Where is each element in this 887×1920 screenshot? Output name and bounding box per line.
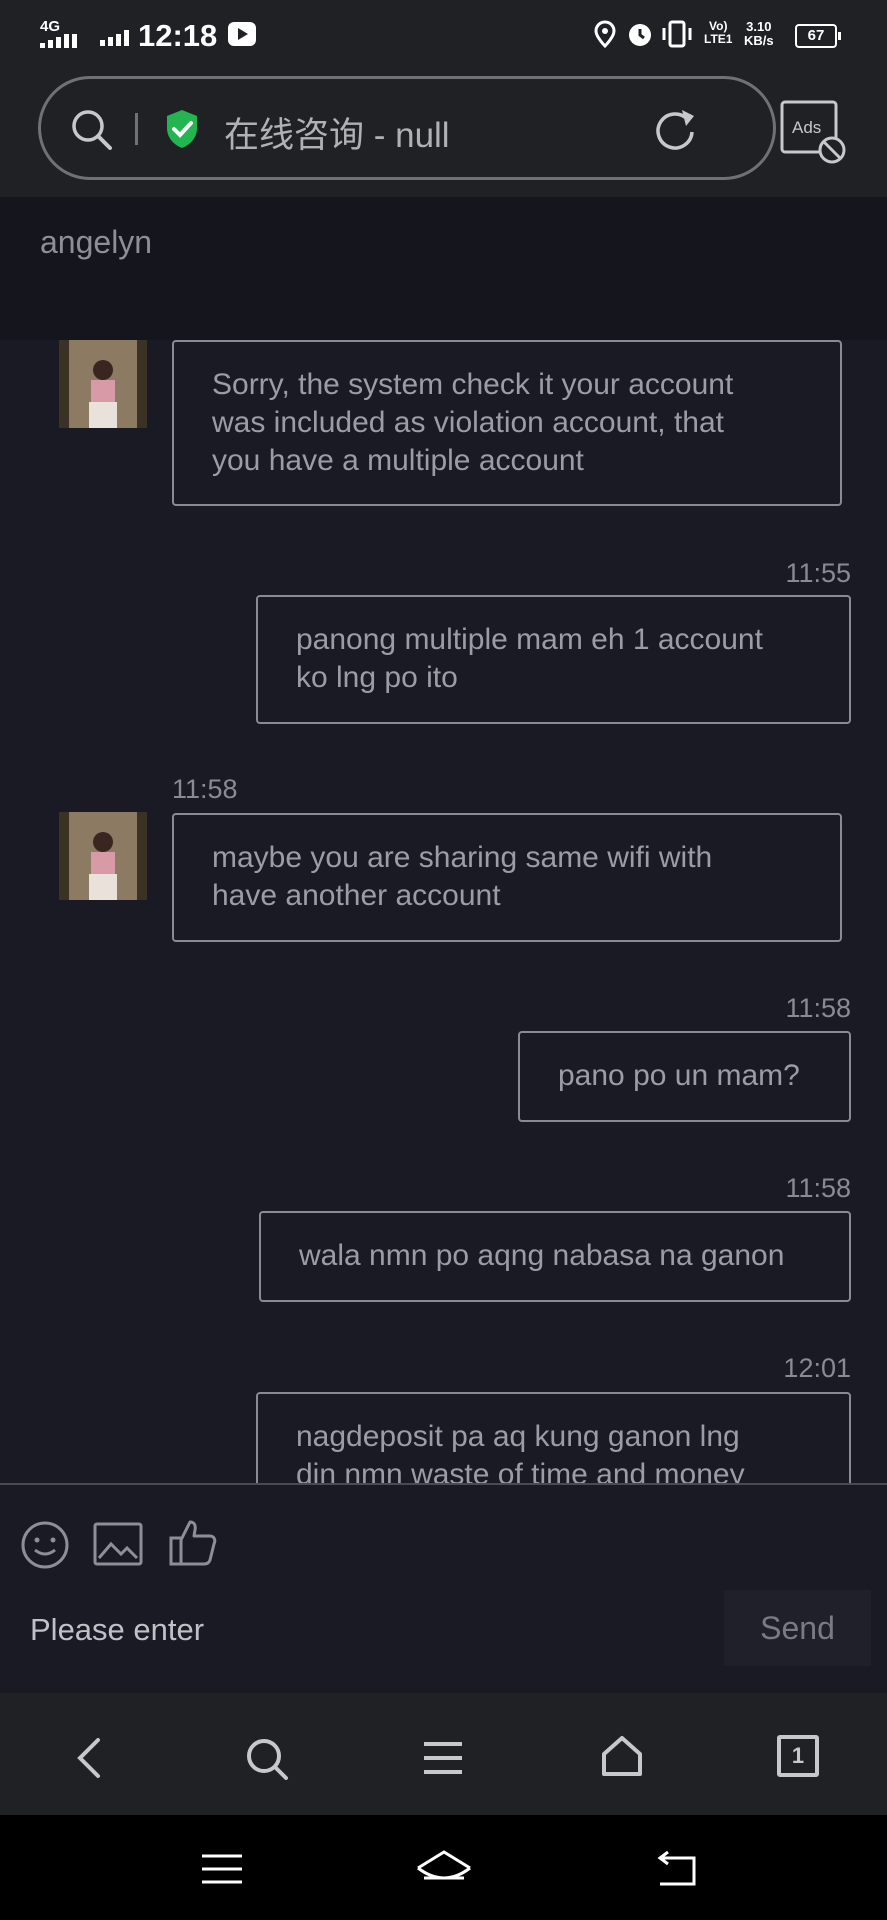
page-title[interactable]: 在线咨询 - null [224, 107, 450, 158]
message-bubble-outgoing[interactable]: pano po un mam? [518, 1031, 851, 1122]
avatar[interactable] [59, 812, 147, 900]
chat-header [0, 197, 887, 340]
message-bubble-outgoing[interactable]: wala nmn po aqng nabasa na ganon [259, 1211, 851, 1302]
youtube-icon [228, 22, 256, 46]
message-text: have another account [212, 879, 501, 912]
back-icon[interactable] [72, 1736, 106, 1780]
contact-name: angelyn [40, 224, 153, 260]
clock: 12:18 [138, 18, 218, 53]
emoji-icon[interactable] [20, 1520, 70, 1570]
back-nav-icon[interactable] [652, 1850, 698, 1888]
ads-label: Ads [792, 118, 822, 137]
message-text: Sorry, the system check it your account [212, 368, 734, 401]
image-icon[interactable] [93, 1522, 143, 1566]
search-icon[interactable] [244, 1736, 290, 1782]
vibrate-icon [662, 20, 692, 48]
ads-block-button[interactable]: Ads [780, 100, 852, 166]
thumbs-up-icon[interactable] [168, 1518, 218, 1568]
message-input[interactable] [28, 1605, 682, 1655]
message-bubble-outgoing[interactable]: nagdeposit pa aq kung ganon lng din nmn … [256, 1392, 851, 1483]
refresh-icon[interactable] [652, 106, 698, 152]
recent-apps-icon[interactable] [200, 1852, 244, 1886]
address-divider [135, 113, 138, 145]
message-bubble-incoming[interactable]: maybe you are sharing same wifi with hav… [172, 813, 842, 942]
net-speed: 3.10 KB/s [744, 20, 774, 48]
message-timestamp: 11:58 [172, 774, 238, 804]
location-icon [594, 20, 616, 48]
search-icon[interactable] [70, 108, 114, 152]
message-text: pano po un mam? [558, 1059, 800, 1092]
message-text: ko lng po ito [296, 661, 458, 694]
shield-check-icon [167, 110, 197, 148]
message-timestamp: 12:01 [783, 1353, 851, 1383]
message-text: panong multiple mam eh 1 account [296, 623, 763, 656]
send-button[interactable]: Send [724, 1590, 871, 1666]
message-list[interactable]: Sorry, the system check it your account … [0, 340, 887, 1483]
net-speed-unit: KB/s [744, 33, 774, 48]
lte-indicator: Vo) LTE1 [704, 20, 732, 46]
message-text: maybe you are sharing same wifi with [212, 841, 713, 874]
avatar-image [59, 812, 147, 900]
message-bubble-incoming[interactable]: Sorry, the system check it your account … [172, 340, 842, 506]
tabs-button[interactable]: 1 [777, 1735, 819, 1777]
message-timestamp: 11:55 [785, 558, 851, 588]
avatar[interactable] [59, 340, 147, 428]
menu-icon[interactable] [422, 1738, 464, 1778]
net-speed-value: 3.10 [746, 19, 772, 34]
battery-indicator: 67 [795, 24, 841, 48]
message-bubble-outgoing[interactable]: panong multiple mam eh 1 account ko lng … [256, 595, 851, 724]
home-nav-icon[interactable] [414, 1848, 474, 1888]
network-type: 4G [40, 18, 61, 35]
home-icon[interactable] [600, 1734, 644, 1778]
message-text: wala nmn po aqng nabasa na ganon [299, 1239, 785, 1272]
message-text: din nmn waste of time and money [296, 1458, 745, 1483]
signal-2-icon [100, 30, 129, 46]
message-timestamp: 11:58 [785, 1173, 851, 1203]
signal-icon [40, 34, 77, 48]
alarm-icon [629, 24, 651, 46]
message-text: nagdeposit pa aq kung ganon lng [296, 1420, 740, 1453]
status-bar: 4G 12:18 Vo) LTE1 3.10 KB/s 67 [0, 0, 887, 72]
message-text: was included as violation account, that [212, 406, 724, 439]
avatar-image [59, 340, 147, 428]
message-timestamp: 11:58 [785, 993, 851, 1023]
lte-label: LTE1 [704, 32, 733, 46]
message-text: you have a multiple account [212, 444, 584, 477]
